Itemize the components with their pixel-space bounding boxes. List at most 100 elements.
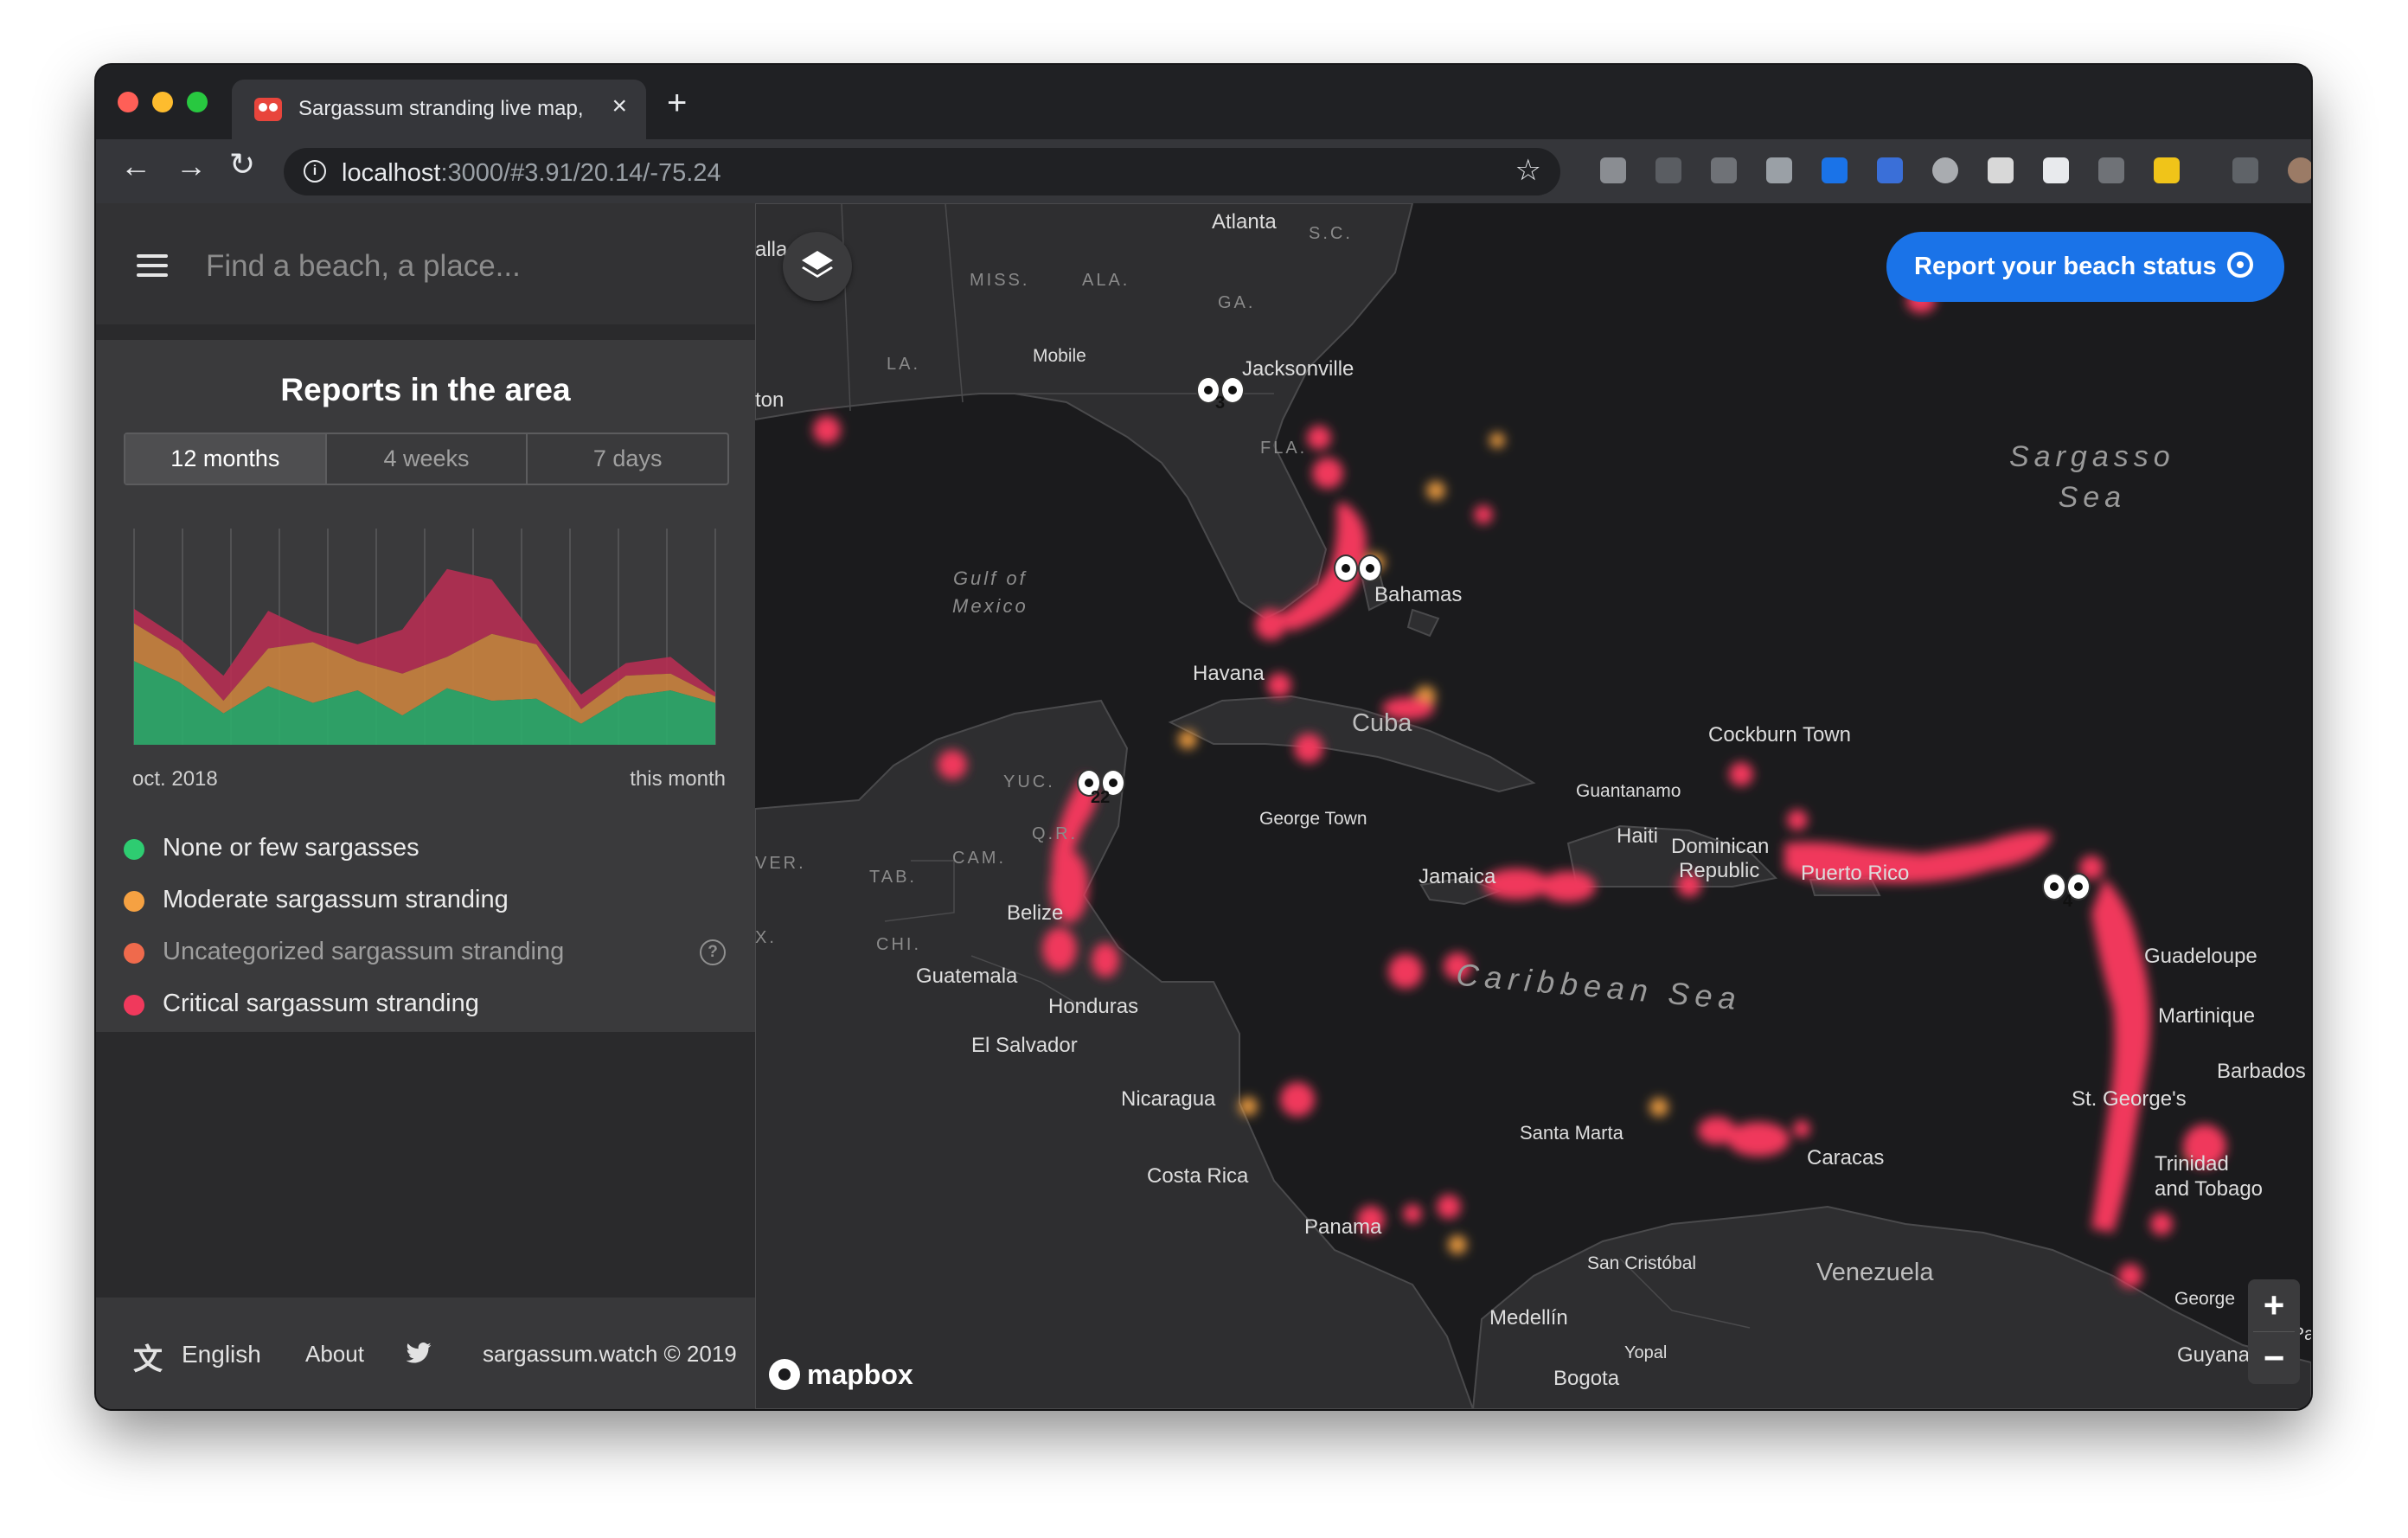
heat-spot-critical	[1092, 943, 1119, 977]
browser-tab[interactable]: Sargassum stranding live map, ×	[232, 80, 646, 139]
reports-title: Reports in the area	[280, 372, 571, 407]
map-label-cam: CAM.	[952, 849, 1006, 868]
translate-icon: 文	[133, 1343, 163, 1376]
chart-axis-end-label: this month	[630, 767, 726, 791]
legend: None or few sargasses Moderate sargassum…	[124, 827, 729, 1035]
camera-extension-icon[interactable]	[1766, 157, 1792, 183]
cluster-count: 4	[2063, 892, 2073, 911]
legend-dot	[124, 891, 144, 912]
bookmark-star-icon[interactable]: ☆	[1515, 153, 1541, 188]
zoom-in-button[interactable]: +	[2248, 1279, 2300, 1331]
sargassum-heatmap	[813, 289, 2226, 1288]
search-input[interactable]	[204, 240, 692, 293]
legend-item-uncategorized: Uncategorized sargassum stranding ?	[124, 931, 729, 983]
zoom-out-button[interactable]: −	[2248, 1332, 2300, 1384]
mapbox-logo[interactable]: mapbox	[769, 1359, 913, 1391]
legend-item-none: None or few sargasses	[124, 827, 729, 879]
map-label-ala: ALA.	[1082, 271, 1130, 290]
heat-spot-critical	[813, 416, 841, 444]
heat-spot-critical	[2150, 1213, 2173, 1235]
back-button[interactable]: ←	[120, 148, 151, 184]
heat-spot-critical	[1280, 1082, 1315, 1117]
map-label-and-tobago: and Tobago	[2155, 1177, 2264, 1201]
heat-spot-critical	[938, 750, 967, 779]
reload-button[interactable]: ↻	[229, 146, 255, 183]
js-extension-icon[interactable]	[2154, 157, 2180, 183]
tab-7-days[interactable]: 7 days	[526, 434, 727, 484]
heat-spot-critical	[1255, 609, 1286, 640]
cast-icon[interactable]	[2232, 157, 2258, 183]
map-label-trinidad: Trinidad	[2155, 1152, 2229, 1176]
map-label-haiti: Haiti	[1617, 824, 1659, 848]
map-label-el-salvador: El Salvador	[971, 1034, 1078, 1057]
about-link[interactable]: About	[305, 1341, 364, 1368]
heat-spot-critical	[1312, 458, 1343, 489]
close-tab-icon[interactable]: ×	[612, 92, 627, 121]
layers-button[interactable]	[783, 232, 852, 301]
map-label-yuc: YUC.	[1003, 772, 1055, 791]
map-label-tab: TAB.	[869, 868, 917, 887]
new-tab-button[interactable]: +	[667, 84, 687, 123]
map-label-martinique: Martinique	[2158, 1004, 2256, 1028]
extension-icon[interactable]	[1711, 157, 1737, 183]
heat-spot-moderate	[1426, 481, 1445, 500]
forward-button[interactable]: →	[176, 148, 207, 184]
map-label-sargasso-sea: Sargasso Sea	[2009, 440, 2175, 514]
extension-icon[interactable]	[1932, 157, 1958, 183]
tab-4-weeks[interactable]: 4 weeks	[324, 434, 527, 484]
cluster-count: 22	[1091, 788, 1111, 807]
url-host: localhost	[342, 159, 441, 187]
map-label-havana: Havana	[1193, 662, 1265, 685]
map-label-st-georges: St. George's	[2072, 1087, 2187, 1111]
map-view[interactable]: Atlanta Mobile Jacksonville alla ton MIS…	[755, 203, 2311, 1409]
map-label-panama: Panama	[1304, 1215, 1382, 1239]
heat-spot-critical	[2118, 1264, 2142, 1288]
twitter-icon[interactable]	[406, 1343, 432, 1363]
page-content: Reports in the area 12 months 4 weeks 7 …	[96, 203, 2311, 1409]
map-label-qr: Q.R.	[1032, 824, 1079, 843]
heat-spot-critical	[1042, 927, 1077, 971]
maximize-window-button[interactable]	[187, 92, 208, 112]
heat-spot-moderate	[1178, 730, 1197, 749]
map-label-caracas: Caracas	[1807, 1146, 1885, 1170]
info-icon[interactable]: i	[304, 160, 326, 183]
close-window-button[interactable]	[118, 92, 138, 112]
extension-icon[interactable]	[1988, 157, 2014, 183]
map-label-nicaragua: Nicaragua	[1121, 1087, 1216, 1111]
report-beach-status-button[interactable]: Report your beach status	[1886, 232, 2284, 302]
extension-icon[interactable]	[1822, 157, 1848, 183]
extension-icon[interactable]	[1600, 157, 1626, 183]
copyright-text: sargassum.watch © 2019	[483, 1341, 737, 1367]
minimize-window-button[interactable]	[152, 92, 173, 112]
tab-12-months[interactable]: 12 months	[125, 434, 325, 484]
map-label-guyana: Guyana	[2177, 1343, 2251, 1367]
hamburger-menu-icon[interactable]	[137, 254, 168, 277]
heat-spot-moderate	[1239, 1097, 1258, 1116]
extension-icon[interactable]	[2043, 157, 2069, 183]
zoom-control: + −	[2248, 1279, 2300, 1384]
browser-toolbar: ← → ↻ i localhost:3000/#3.91/20.14/-75.2…	[96, 139, 2311, 203]
cluster-count: 3	[1215, 394, 1226, 413]
heat-spot-critical	[1540, 871, 1596, 902]
search-bar	[96, 203, 755, 324]
extension-icon[interactable]	[2098, 157, 2124, 183]
map-label-georgetown: George	[2174, 1289, 2236, 1309]
map-label-cuba: Cuba	[1352, 709, 1412, 737]
map-label-cockburn-town: Cockburn Town	[1708, 723, 1851, 747]
help-icon[interactable]: ?	[700, 939, 726, 965]
map-label-belize: Belize	[1007, 901, 1064, 925]
extension-icon[interactable]	[1656, 157, 1681, 183]
heat-spot-critical	[1294, 734, 1323, 763]
map-label-puerto-rico: Puerto Rico	[1801, 862, 1910, 885]
profile-avatar[interactable]	[2288, 157, 2311, 183]
map-label-la: LA.	[887, 355, 921, 374]
map-label-yopal: Yopal	[1624, 1343, 1668, 1362]
map-label-honduras: Honduras	[1048, 995, 1139, 1018]
map-label-jacksonville: Jacksonville	[1242, 357, 1354, 381]
heat-spot-critical	[1307, 426, 1331, 450]
heat-spot-critical	[1474, 505, 1493, 524]
map-label-costa-rica: Costa Rica	[1147, 1164, 1249, 1188]
language-selector[interactable]: English	[182, 1341, 261, 1368]
bitwarden-icon[interactable]	[1877, 157, 1903, 183]
address-bar[interactable]: i localhost:3000/#3.91/20.14/-75.24 ☆	[284, 148, 1560, 195]
